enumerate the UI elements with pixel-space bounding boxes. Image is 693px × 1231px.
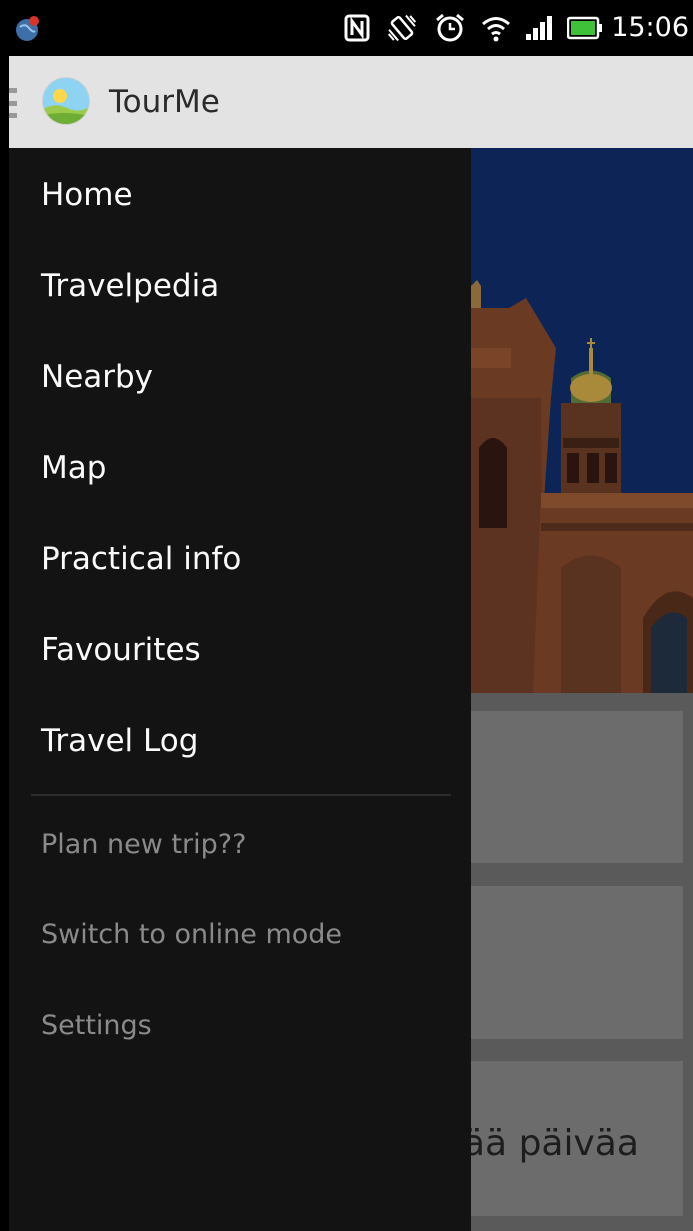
navigation-drawer: Home Travelpedia Nearby Map Practical in…	[9, 148, 471, 1231]
signal-icon	[522, 12, 556, 44]
app-logo-icon[interactable]	[41, 76, 91, 126]
drawer-item-travelpedia[interactable]: Travelpedia	[41, 266, 219, 306]
content-card[interactable]	[471, 711, 683, 863]
drawer-item-switch-online-mode[interactable]: Switch to online mode	[41, 915, 342, 955]
hero-image	[471, 148, 693, 693]
drawer-item-nearby[interactable]: Nearby	[41, 357, 153, 397]
action-bar[interactable]: TourMe	[9, 56, 693, 148]
alarm-icon	[432, 12, 468, 44]
drawer-indicator-icon[interactable]	[9, 88, 17, 118]
drawer-item-favourites[interactable]: Favourites	[41, 630, 201, 670]
drawer-divider	[31, 794, 451, 796]
card-title: ää päiväa	[463, 1123, 639, 1164]
content-card[interactable]: ää päiväa	[463, 1061, 683, 1216]
wifi-icon	[478, 12, 514, 44]
drawer-item-home[interactable]: Home	[41, 175, 133, 215]
nfc-icon	[342, 12, 372, 44]
vibrate-icon	[384, 12, 420, 44]
drawer-item-settings[interactable]: Settings	[41, 1006, 152, 1046]
battery-icon	[566, 12, 604, 44]
drawer-item-map[interactable]: Map	[41, 448, 106, 488]
app-screen: 15:06 TourMe ää päiväa Home Travelpedia …	[9, 0, 693, 1231]
drawer-item-plan-new-trip[interactable]: Plan new trip??	[41, 825, 246, 865]
drawer-item-practical-info[interactable]: Practical info	[41, 539, 241, 579]
status-time: 15:06	[611, 12, 689, 43]
app-title: TourMe	[109, 84, 220, 120]
status-bar: 15:06	[9, 0, 693, 56]
notification-icon	[11, 12, 45, 44]
drawer-item-travel-log[interactable]: Travel Log	[41, 721, 198, 761]
content-card[interactable]	[471, 886, 683, 1039]
